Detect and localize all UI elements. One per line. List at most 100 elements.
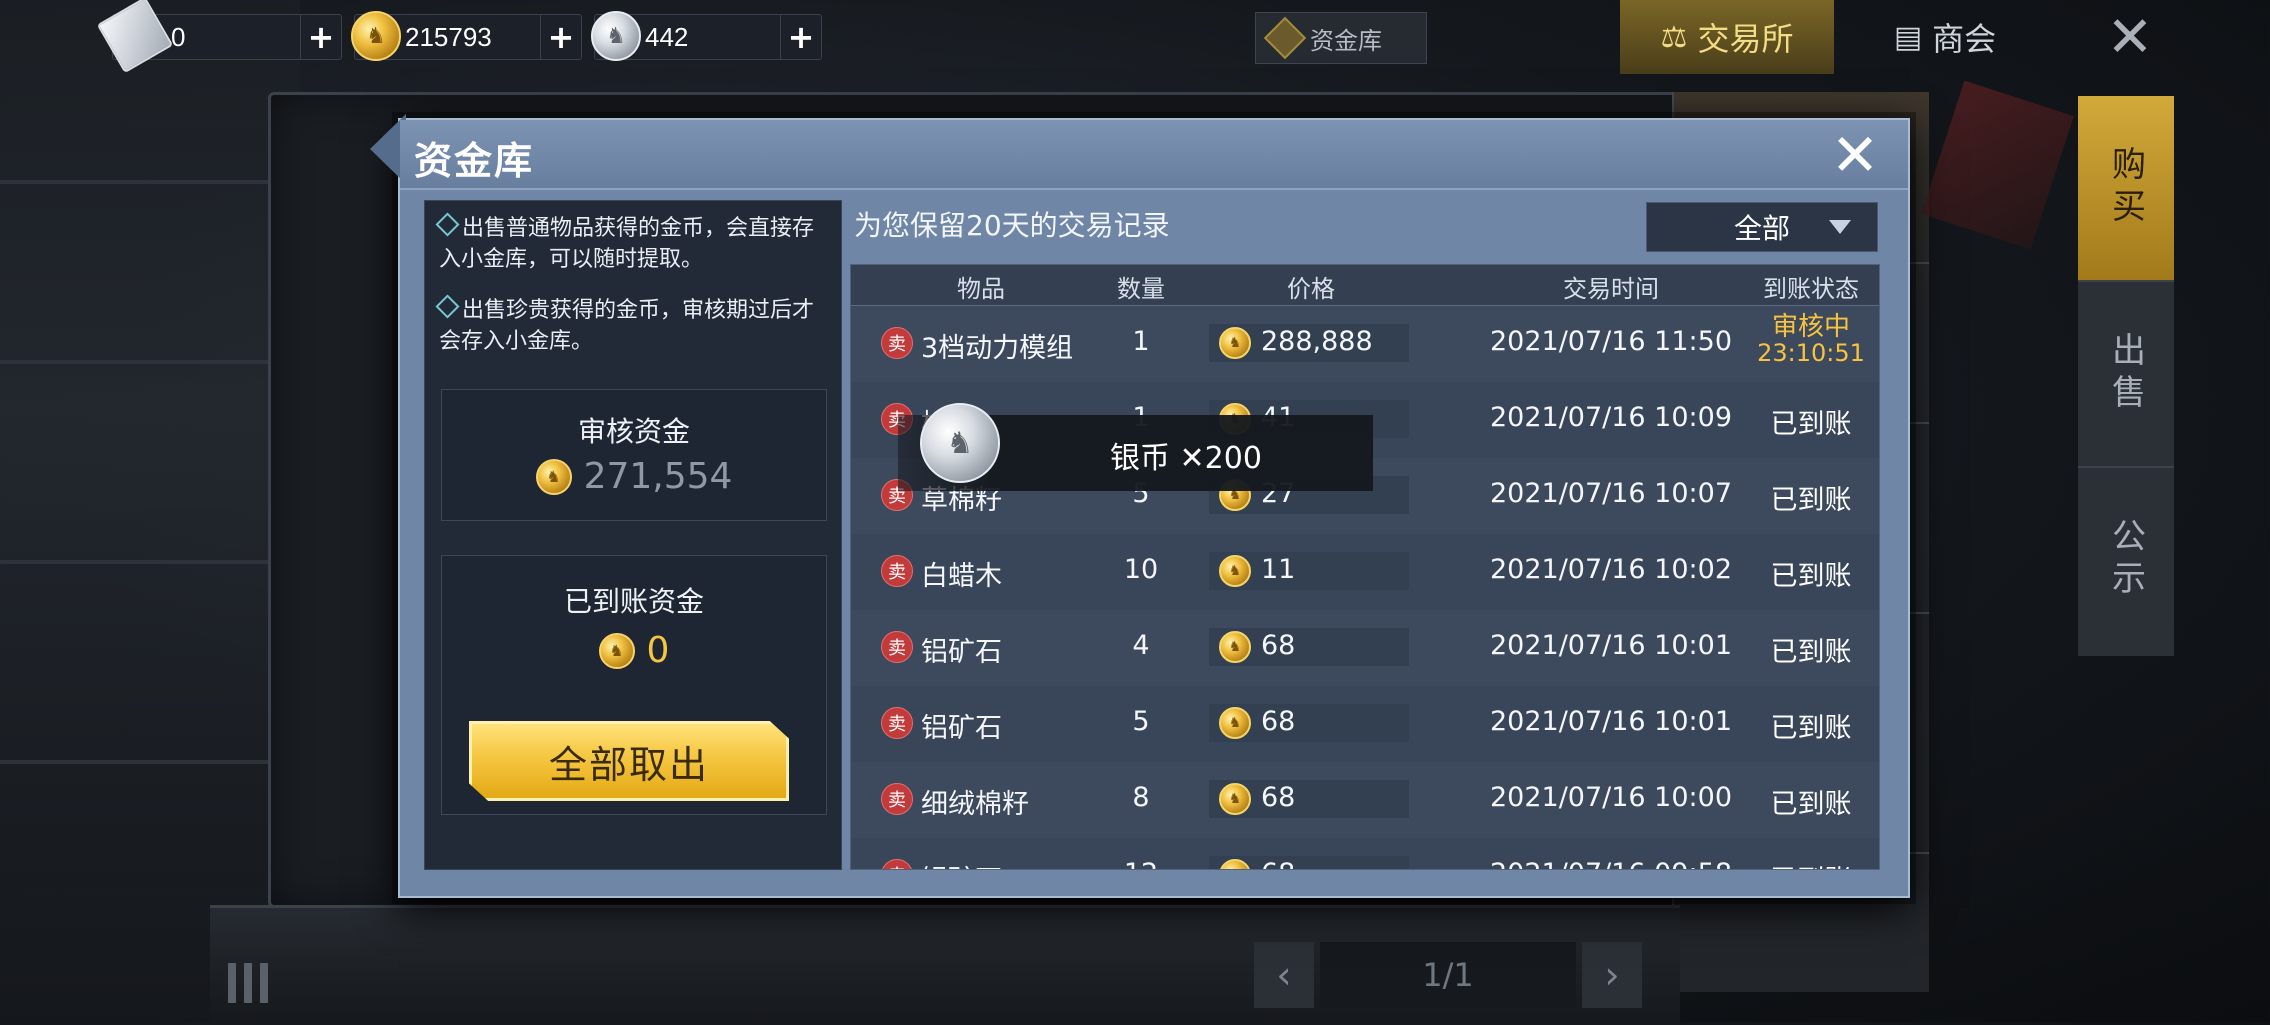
add-silver-button[interactable]: + [780,15,821,59]
arrived-funds-value: 0 [646,630,670,671]
note-normal: 出售普通物品获得的金币，会直接存入小金库，可以随时提取。 [435,212,834,275]
tab-exchange[interactable]: ⚖ 交易所 [1620,0,1834,74]
gold-coin-icon: ♞ [598,632,635,669]
filter-dropdown[interactable]: 全部 [1646,202,1878,252]
table-row[interactable]: 卖铝矿石 12 ♞ 68 2021/07/16 09:58已到账 [851,838,1879,869]
row-time: 2021/07/16 10:00 [1489,782,1732,813]
arrived-funds-label: 已到账资金 [563,585,704,618]
exchange-icon: ⚖ [1660,19,1688,55]
modal-title: 资金库 [414,139,535,183]
gold-coin-icon: ♞ [1219,555,1251,587]
silver-amount: 442 [645,21,689,52]
tab-guild[interactable]: ▤ 商会 [1870,0,2020,74]
row-status: 审核中 23:10:51 [1741,314,1879,367]
side-tab-buy-label: 购买 [2105,146,2146,230]
table-row[interactable]: 卖白蜡木 10 ♞ 11 2021/07/16 10:02 已到账 [851,534,1879,611]
page-indicator: 1/1 [1320,942,1576,1008]
row-price: 68 [1261,858,1295,869]
row-item: 白蜡木 [921,561,1002,592]
vault-modal: 资金库 ✕ 出售普通物品获得的金币，会直接存入小金库，可以随时提取。 出售珍贵获… [370,114,1910,898]
row-qty: 4 [1132,630,1150,661]
side-tab-sell[interactable]: 出售 [2078,282,2174,466]
row-price: 68 [1261,706,1296,737]
row-qty: 1 [1132,326,1150,357]
note-precious-text: 出售珍贵获得的金币，审核期过后才会存入小金库。 [439,298,815,354]
vault-icon [1263,16,1307,60]
row-price: 68 [1261,782,1296,813]
arrived-funds-value-row: ♞ 0 [442,630,826,671]
chevron-right-icon: › [1604,953,1620,997]
vault-tag[interactable]: 资金库 [1255,12,1427,64]
take-all-button[interactable]: 全部取出 [469,721,789,801]
row-time: 2021/07/16 10:01 [1489,630,1732,661]
shop-icon: ▤ [1893,19,1923,55]
table-row[interactable]: 卖铝矿石 4 ♞ 68 2021/07/16 10:01 已到账 [851,610,1879,687]
records-table[interactable]: 物品 数量 价格 交易时间 到账状态 卖 3档动力模组 1 ♞ 288,888 2021/… [850,264,1880,870]
reward-toast: ♞ 银币 ✕200 [898,403,1373,491]
review-funds-box: 审核资金 ♞ 271,554 [441,389,827,521]
sell-tag-icon: 卖 [881,707,913,739]
side-tabs: 购买 出售 公示 [2078,96,2174,656]
row-status: 已到账 [1770,637,1852,668]
side-tab-buy[interactable]: 购买 [2078,96,2174,280]
silver-coin-icon: ♞ [920,403,1000,483]
gold-coin-icon: ♞ [1219,631,1251,663]
close-icon[interactable]: ✕ [2095,0,2165,74]
add-gold-button[interactable]: + [540,15,581,59]
row-status: 已到账 [1770,561,1852,592]
row-time: 2021/07/16 10:07 [1489,478,1732,509]
row-qty: 5 [1132,706,1150,737]
table-row[interactable]: 卖 3档动力模组 1 ♞ 288,888 2021/07/16 11:50 审核中 23:10… [851,306,1879,383]
row-qty: 12 [1081,858,1201,869]
row-qty: 10 [1123,554,1159,585]
modal-close-icon[interactable]: ✕ [1828,121,1882,189]
row-countdown: 23:10:51 [1757,339,1865,367]
gold-coin-icon: ♞ [351,11,401,61]
gold-amount: 215793 [405,21,492,52]
table-row[interactable]: 卖铝矿石 5 ♞ 68 2021/07/16 10:01 已到账 [851,686,1879,763]
sell-tag-icon: 卖 [881,327,913,359]
row-status: 已到账 [1770,409,1852,440]
col-price: 价格 [1287,275,1335,303]
row-status: 已到账 [1741,858,1879,869]
add-ticket-button[interactable]: + [300,15,341,59]
filter-label: 全部 [1733,212,1790,245]
sell-tag-icon: 卖 [881,783,913,815]
col-item: 物品 [957,275,1005,303]
silver-currency: ♞ 442 + [591,11,822,61]
gold-coin-icon: ♞ [1219,707,1251,739]
table-row[interactable]: 卖细绒棉籽 8 ♞ 68 2021/07/16 10:00 已到账 [851,762,1879,839]
review-funds-label: 审核资金 [577,415,690,448]
col-time: 交易时间 [1563,275,1659,303]
side-tab-notice[interactable]: 公示 [2078,468,2174,652]
table-header: 物品 数量 价格 交易时间 到账状态 [851,265,1879,306]
col-qty: 数量 [1117,275,1165,303]
row-time: 2021/07/16 10:01 [1489,706,1732,737]
table-body: 卖 3档动力模组 1 ♞ 288,888 2021/07/16 11:50 审核中 23:10… [851,306,1879,869]
row-status: 已到账 [1770,485,1852,516]
prev-page-button[interactable]: ‹ [1254,942,1314,1008]
tab-exchange-label: 交易所 [1697,20,1794,58]
background-shelf [0,0,300,1022]
row-item: 铝矿石 [921,858,1002,869]
row-status: 已到账 [1770,713,1852,744]
row-item: 铝矿石 [921,713,1002,744]
vault-tag-label: 资金库 [1310,26,1382,55]
silver-coin-icon: ♞ [591,11,641,61]
row-price: 68 [1261,630,1296,661]
gold-coin-icon: ♞ [1219,783,1251,815]
ticket-amount: 0 [171,21,186,52]
ticket-currency: 0 + [96,0,342,74]
note-precious: 出售珍贵获得的金币，审核期过后才会存入小金库。 [435,294,834,357]
next-page-button[interactable]: › [1582,942,1642,1008]
gold-coin-icon: ♞ [1219,327,1251,359]
chevron-left-icon: ‹ [1276,953,1292,997]
sell-tag-icon: 卖 [881,859,913,869]
row-qty: 8 [1132,782,1150,813]
row-price: 288,888 [1261,326,1373,357]
toast-text: 银币 ✕200 [1110,441,1262,476]
market-sign [1921,80,2074,250]
row-item: 3档动力模组 [921,333,1074,364]
row-price: 11 [1261,554,1296,585]
triangle-down-icon [1829,220,1851,234]
